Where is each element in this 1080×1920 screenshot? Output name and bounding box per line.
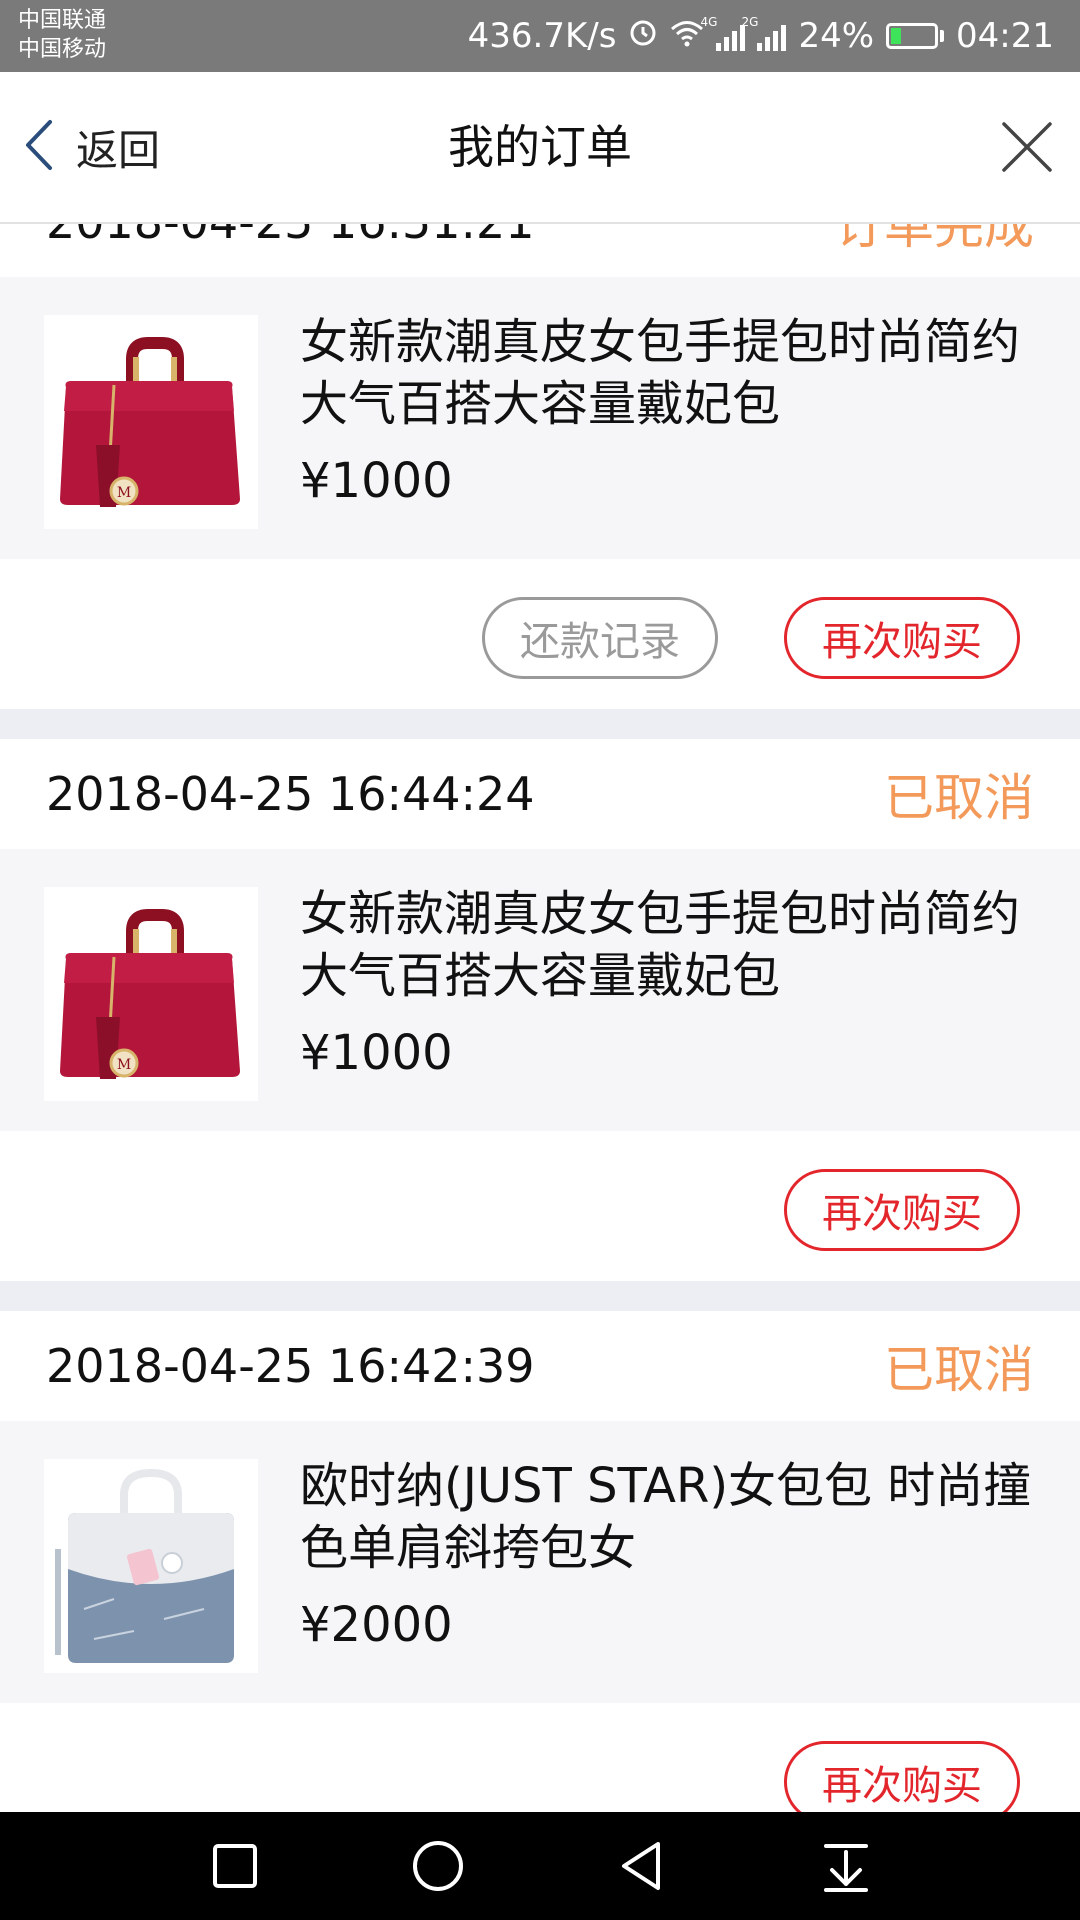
rebuy-button[interactable]: 再次购买	[784, 1169, 1020, 1251]
network-speed: 436.7K/s	[467, 16, 617, 56]
product-row[interactable]: M 女新款潮真皮女包手提包时尚简约大气百搭大容量戴妃包 ¥1000	[0, 849, 1080, 1131]
product-image: M	[44, 315, 258, 529]
home-button[interactable]	[408, 1836, 468, 1896]
product-price: ¥1000	[300, 453, 453, 509]
wifi-icon	[670, 16, 704, 56]
battery-icon	[886, 23, 945, 49]
back-button[interactable]: 返回	[24, 72, 160, 222]
order-time: 2018-04-25 16:42:39	[46, 1339, 535, 1393]
product-image: M	[44, 887, 258, 1101]
product-name: 女新款潮真皮女包手提包时尚简约大气百搭大容量戴妃包	[300, 886, 1021, 1004]
system-nav-bar	[0, 1812, 1080, 1920]
home-icon	[413, 1841, 463, 1891]
order-time: 2018-04-25 16:44:24	[46, 767, 535, 821]
rebuy-button[interactable]: 再次购买	[784, 597, 1020, 679]
svg-text:M: M	[117, 485, 131, 501]
order-card: 2018-04-25 16:51:21 订单完成 M 女新款潮真皮女包手提包时尚…	[0, 222, 1080, 709]
order-header: 2018-04-25 16:42:39 已取消	[0, 1311, 1080, 1421]
order-status: 已取消	[884, 1341, 1034, 1399]
product-price: ¥2000	[300, 1597, 453, 1653]
status-bar: 中国联通 中国移动 436.7K/s 4G 2G 24% 04:21	[0, 0, 1080, 72]
order-list[interactable]: 2018-04-25 16:51:21 订单完成 M 女新款潮真皮女包手提包时尚…	[0, 222, 1080, 1812]
clock: 04:21	[956, 16, 1054, 56]
nav-header: 返回 我的订单	[0, 72, 1080, 224]
product-name: 女新款潮真皮女包手提包时尚简约大气百搭大容量戴妃包	[300, 314, 1021, 432]
close-button[interactable]	[1000, 120, 1054, 174]
carrier-info: 中国联通 中国移动	[18, 6, 106, 64]
svg-text:M: M	[117, 1057, 131, 1073]
chevron-left-icon	[24, 119, 54, 175]
product-name: 欧时纳(JUST STAR)女包包 时尚撞色单肩斜挎包女	[300, 1458, 1032, 1576]
rebuy-button[interactable]: 再次购买	[784, 1741, 1020, 1812]
recent-apps-button[interactable]	[205, 1836, 265, 1896]
order-card: 2018-04-25 16:44:24 已取消 M 女新款潮真皮女包手提包时尚简…	[0, 739, 1080, 1281]
notification-pull-icon	[824, 1844, 868, 1892]
back-label: 返回	[76, 125, 161, 175]
page-title: 我的订单	[448, 120, 632, 174]
product-row[interactable]: 欧时纳(JUST STAR)女包包 时尚撞色单肩斜挎包女 ¥2000	[0, 1421, 1080, 1703]
carrier-1: 中国联通	[18, 8, 107, 33]
signal-2-icon: 2G	[741, 15, 787, 51]
order-actions: 还款记录 再次购买	[0, 559, 1080, 709]
battery-percent: 24%	[798, 16, 875, 56]
order-status: 已取消	[884, 769, 1034, 827]
back-nav-button[interactable]	[612, 1836, 672, 1896]
order-header: 2018-04-25 16:44:24 已取消	[0, 739, 1080, 849]
alarm-icon	[628, 16, 658, 56]
recent-apps-icon	[213, 1844, 257, 1888]
product-row[interactable]: M 女新款潮真皮女包手提包时尚简约大气百搭大容量戴妃包 ¥1000	[0, 277, 1080, 559]
status-icons: 436.7K/s 4G 2G 24% 04:21	[468, 0, 1054, 72]
order-card: 2018-04-25 16:42:39 已取消 欧时纳(JUST STAR)女包…	[0, 1311, 1080, 1812]
close-icon	[1002, 122, 1052, 172]
order-status: 订单完成	[834, 222, 1034, 255]
notification-pull-button[interactable]	[816, 1836, 876, 1896]
repayment-record-button[interactable]: 还款记录	[482, 597, 718, 679]
order-actions: 再次购买	[0, 1703, 1080, 1812]
product-image	[44, 1459, 258, 1673]
product-price: ¥1000	[300, 1025, 453, 1081]
order-header: 2018-04-25 16:51:21 订单完成	[0, 222, 1080, 277]
back-triangle-icon	[622, 1842, 660, 1890]
order-actions: 再次购买	[0, 1131, 1080, 1281]
order-time: 2018-04-25 16:51:21	[46, 222, 535, 249]
carrier-2: 中国移动	[18, 37, 107, 62]
